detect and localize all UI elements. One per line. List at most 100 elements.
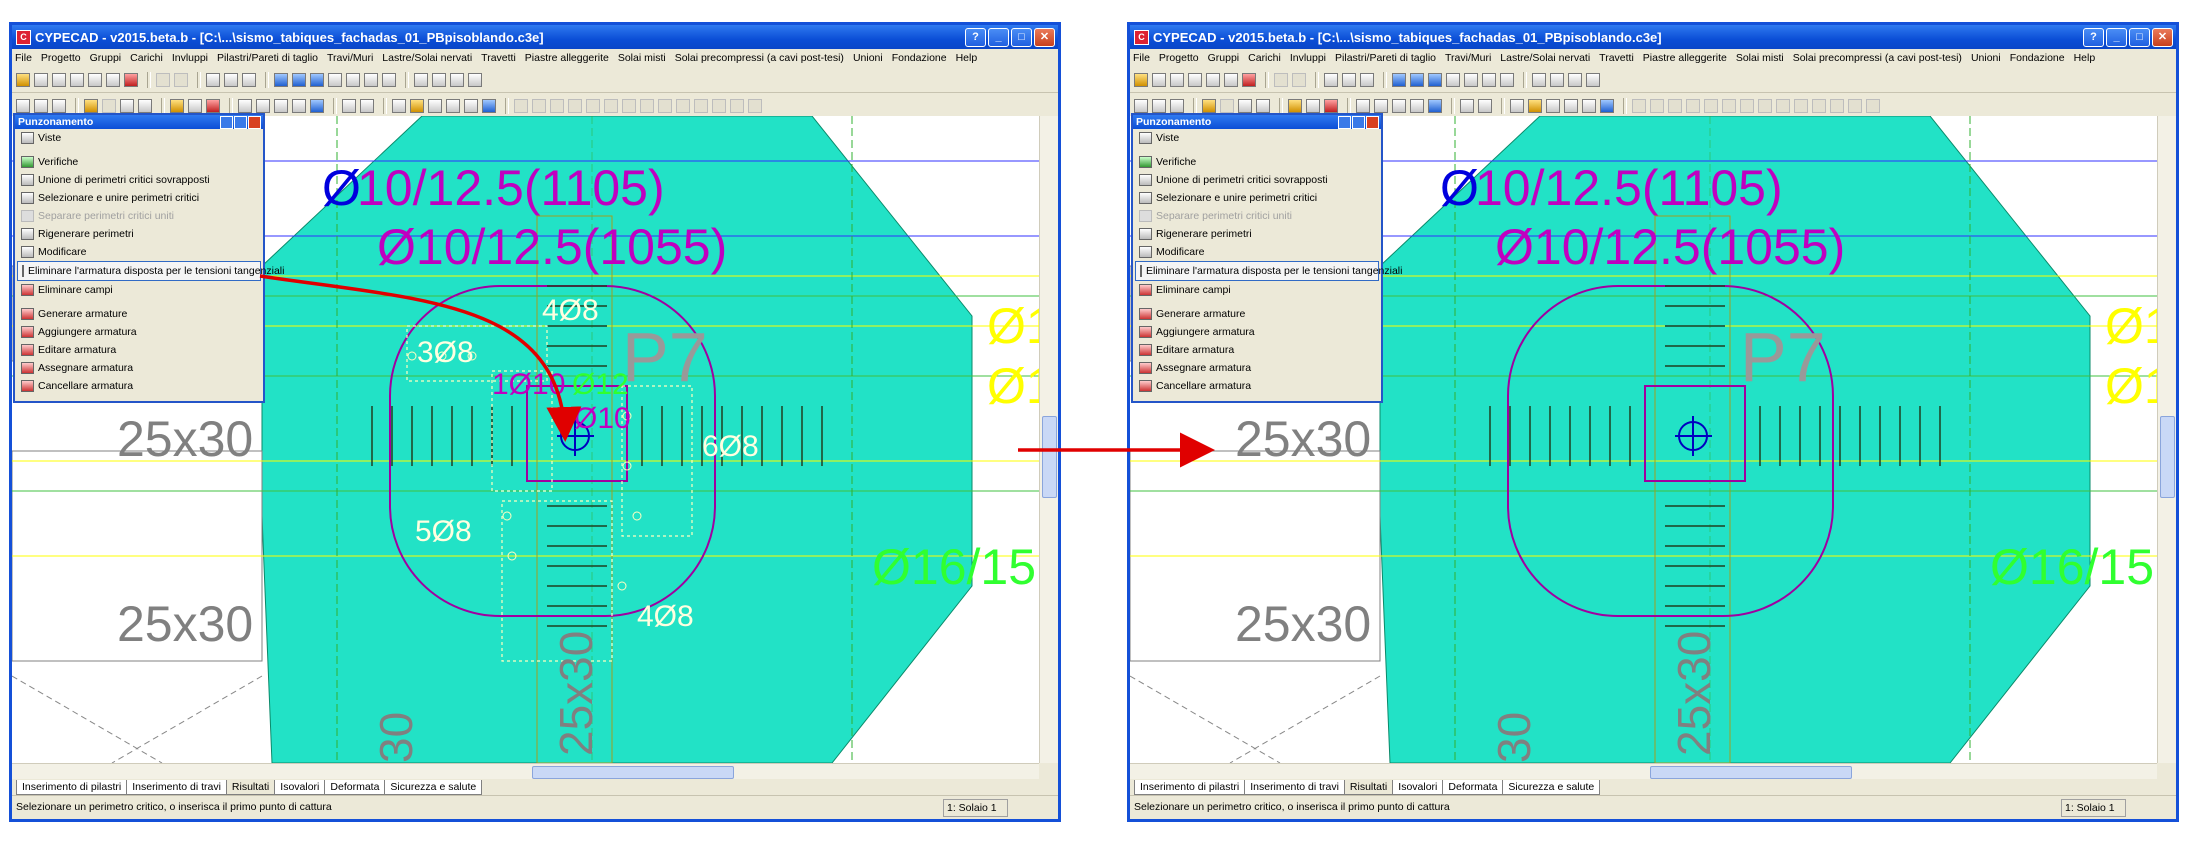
tool-icon[interactable] bbox=[410, 98, 424, 113]
zoom-all-icon[interactable] bbox=[1428, 72, 1442, 87]
zoom-window-icon[interactable] bbox=[1410, 72, 1424, 87]
zoom-all-icon[interactable] bbox=[310, 72, 324, 87]
zoom-icon[interactable] bbox=[1392, 72, 1406, 87]
menu-item-unione[interactable]: Unione di perimetri critici sovrapposti bbox=[1133, 171, 1381, 189]
tool-icon[interactable] bbox=[1478, 98, 1492, 113]
panel-close-icon[interactable] bbox=[248, 116, 261, 129]
tool-icon[interactable] bbox=[1632, 98, 1646, 113]
save-icon[interactable] bbox=[1152, 72, 1166, 87]
panel-minimize-icon[interactable] bbox=[220, 116, 233, 129]
tool-icon[interactable] bbox=[1722, 98, 1736, 113]
horizontal-scrollbar[interactable] bbox=[12, 763, 1039, 780]
tool-icon[interactable] bbox=[1238, 98, 1252, 113]
pan-icon[interactable] bbox=[364, 72, 378, 87]
tool-icon[interactable] bbox=[102, 98, 116, 113]
tool-icon[interactable] bbox=[392, 98, 406, 113]
menu-item-modificare[interactable]: Modificare bbox=[15, 243, 263, 261]
tool-icon[interactable] bbox=[360, 98, 374, 113]
horizontal-scrollbar[interactable] bbox=[1130, 763, 2157, 780]
tab-inserimento-travi[interactable]: Inserimento di travi bbox=[126, 780, 227, 795]
menu-file[interactable]: File bbox=[1133, 52, 1150, 64]
tool-icon[interactable] bbox=[34, 98, 48, 113]
menu-item-assegnare[interactable]: Assegnare armatura bbox=[1133, 359, 1381, 377]
tool-icon[interactable] bbox=[1460, 98, 1474, 113]
menu-item-modificare[interactable]: Modificare bbox=[1133, 243, 1381, 261]
tool-icon[interactable] bbox=[1374, 98, 1388, 113]
up-icon[interactable] bbox=[206, 72, 220, 87]
tool-icon[interactable] bbox=[1288, 98, 1302, 113]
tool-icon[interactable] bbox=[604, 98, 618, 113]
tool-icon[interactable] bbox=[1134, 98, 1148, 113]
tool-icon[interactable] bbox=[84, 98, 98, 113]
menu-item-verifiche[interactable]: Verifiche bbox=[1133, 153, 1381, 171]
tool-icon[interactable] bbox=[1256, 98, 1270, 113]
tab-isovalori[interactable]: Isovalori bbox=[1392, 780, 1444, 795]
menu-help[interactable]: Help bbox=[956, 52, 978, 64]
open-icon[interactable] bbox=[16, 72, 30, 87]
tool-icon[interactable] bbox=[1704, 98, 1718, 113]
measure-icon[interactable] bbox=[1446, 72, 1460, 87]
menu-pilastri[interactable]: Pilastri/Pareti di taglio bbox=[1335, 52, 1436, 64]
tab-inserimento-pilastri[interactable]: Inserimento di pilastri bbox=[16, 780, 128, 795]
help-button[interactable]: ? bbox=[2083, 28, 2104, 47]
menu-solai-precompressi[interactable]: Solai precompressi (a cavi post-tesi) bbox=[1793, 52, 1962, 64]
measure-icon[interactable] bbox=[328, 72, 342, 87]
tool-icon[interactable] bbox=[1410, 98, 1424, 113]
tab-deformata[interactable]: Deformata bbox=[324, 780, 386, 795]
tool-icon[interactable] bbox=[1758, 98, 1772, 113]
level-icon[interactable] bbox=[1342, 72, 1356, 87]
menu-unioni[interactable]: Unioni bbox=[1971, 52, 2001, 64]
tool-icon[interactable] bbox=[170, 98, 184, 113]
tool-icon[interactable] bbox=[468, 72, 482, 87]
undo-icon[interactable] bbox=[156, 72, 170, 87]
tool-icon[interactable] bbox=[1740, 98, 1754, 113]
tab-risultati[interactable]: Risultati bbox=[225, 780, 276, 795]
menu-item-aggiungere[interactable]: Aggiungere armatura bbox=[15, 323, 263, 341]
menu-piastre[interactable]: Piastre alleggerite bbox=[1643, 52, 1727, 64]
menu-item-viste[interactable]: Viste bbox=[15, 129, 263, 147]
tool-icon[interactable] bbox=[342, 98, 356, 113]
tool-icon[interactable] bbox=[1324, 98, 1338, 113]
tool-icon[interactable] bbox=[1306, 98, 1320, 113]
tool-icon[interactable] bbox=[712, 98, 726, 113]
menu-item-viste[interactable]: Viste bbox=[1133, 129, 1381, 147]
menu-piastre[interactable]: Piastre alleggerite bbox=[525, 52, 609, 64]
tool-icon[interactable] bbox=[1830, 98, 1844, 113]
tool-icon[interactable] bbox=[428, 98, 442, 113]
tool-icon[interactable] bbox=[206, 98, 220, 113]
tool-icon[interactable] bbox=[640, 98, 654, 113]
menu-fondazione[interactable]: Fondazione bbox=[892, 52, 947, 64]
menu-item-generare[interactable]: Generare armature bbox=[15, 305, 263, 323]
tool-icon[interactable] bbox=[432, 72, 446, 87]
minimize-button[interactable]: _ bbox=[988, 28, 1009, 47]
help-button[interactable]: ? bbox=[965, 28, 986, 47]
tool-icon[interactable] bbox=[256, 98, 270, 113]
menu-progetto[interactable]: Progetto bbox=[1159, 52, 1199, 64]
info-icon[interactable] bbox=[310, 98, 324, 113]
tool-icon[interactable] bbox=[1170, 98, 1184, 113]
minimize-button[interactable]: _ bbox=[2106, 28, 2127, 47]
tab-isovalori[interactable]: Isovalori bbox=[274, 780, 326, 795]
tool-icon[interactable] bbox=[1564, 98, 1578, 113]
menu-item-eliminare-armatura[interactable]: Eliminare l'armatura disposta per le ten… bbox=[17, 261, 284, 281]
menu-item-eliminare-campi[interactable]: Eliminare campi bbox=[1133, 281, 1381, 299]
search-icon[interactable] bbox=[1464, 72, 1478, 87]
tool-icon[interactable] bbox=[748, 98, 762, 113]
tab-sicurezza[interactable]: Sicurezza e salute bbox=[384, 780, 483, 795]
menu-item-aggiungere[interactable]: Aggiungere armatura bbox=[1133, 323, 1381, 341]
tool-icon[interactable] bbox=[52, 72, 66, 87]
tool-icon[interactable] bbox=[238, 98, 252, 113]
level-icon[interactable] bbox=[224, 72, 238, 87]
tool-icon[interactable] bbox=[1224, 72, 1238, 87]
tool-icon[interactable] bbox=[1152, 98, 1166, 113]
tool-icon[interactable] bbox=[106, 72, 120, 87]
magnet-icon[interactable] bbox=[1242, 72, 1256, 87]
menu-item-selezionare[interactable]: Selezionare e unire perimetri critici bbox=[15, 189, 263, 207]
up-icon[interactable] bbox=[1324, 72, 1338, 87]
tool-icon[interactable] bbox=[52, 98, 66, 113]
tab-inserimento-travi[interactable]: Inserimento di travi bbox=[1244, 780, 1345, 795]
tool-icon[interactable] bbox=[1206, 72, 1220, 87]
tool-icon[interactable] bbox=[88, 72, 102, 87]
menu-pilastri[interactable]: Pilastri/Pareti di taglio bbox=[217, 52, 318, 64]
tool-icon[interactable] bbox=[1528, 98, 1542, 113]
